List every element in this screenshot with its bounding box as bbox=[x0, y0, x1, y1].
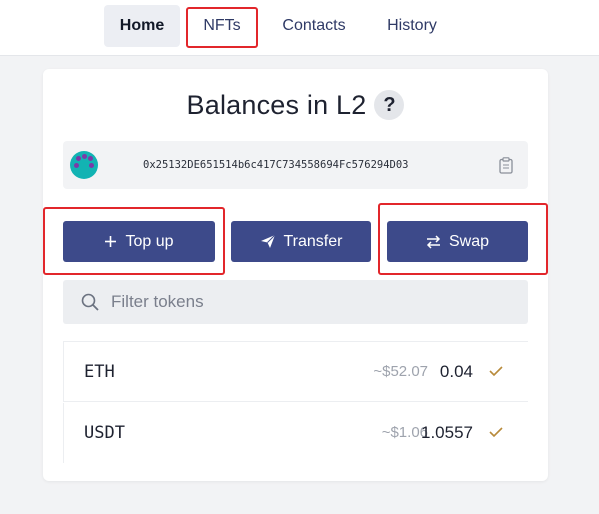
check-icon bbox=[489, 366, 503, 377]
token-amount: 0.04 bbox=[439, 362, 473, 381]
swap-button[interactable]: Swap bbox=[387, 221, 528, 262]
tab-history[interactable]: History bbox=[374, 5, 450, 47]
avatar bbox=[70, 151, 98, 179]
tab-home[interactable]: Home bbox=[104, 5, 180, 47]
token-amount: 1.0557 bbox=[421, 423, 473, 442]
page-title: Balances in L2 bbox=[186, 89, 367, 120]
top-up-button[interactable]: Top up bbox=[63, 221, 215, 262]
swap-label: Swap bbox=[448, 232, 490, 250]
top-up-label: Top up bbox=[125, 232, 174, 250]
top-nav: Home NFTs Contacts History bbox=[0, 0, 599, 56]
address-box: 0x25132DE651514b6c417C734558694Fc576294D… bbox=[63, 141, 528, 189]
token-row-usdt[interactable]: USDT ~$1.06 1.0557 bbox=[63, 403, 528, 463]
help-icon[interactable]: ? bbox=[374, 90, 405, 120]
tab-nfts[interactable]: NFTs bbox=[187, 5, 257, 47]
wallet-address: 0x25132DE651514b6c417C734558694Fc576294D… bbox=[143, 159, 409, 171]
token-row-eth[interactable]: ETH ~$52.07 0.04 bbox=[63, 342, 528, 402]
search-icon bbox=[81, 293, 99, 311]
send-icon bbox=[260, 234, 276, 249]
transfer-button[interactable]: Transfer bbox=[231, 221, 371, 262]
clipboard-icon[interactable] bbox=[499, 157, 513, 174]
filter-box bbox=[63, 280, 528, 324]
token-symbol: ETH bbox=[84, 362, 115, 382]
plus-icon bbox=[104, 235, 117, 248]
title-row: Balances in L2 ? bbox=[43, 87, 548, 123]
transfer-label: Transfer bbox=[283, 232, 343, 250]
token-list: ETH ~$52.07 0.04 USDT ~$1.06 1.0557 bbox=[63, 341, 528, 481]
token-usd-value: ~$52.07 bbox=[373, 363, 428, 380]
tab-contacts[interactable]: Contacts bbox=[268, 5, 360, 47]
balances-card: Balances in L2 ? 0x25132DE651514b6c417C7… bbox=[43, 69, 548, 481]
token-symbol: USDT bbox=[84, 423, 125, 443]
swap-icon bbox=[426, 234, 441, 249]
filter-input[interactable] bbox=[111, 280, 511, 324]
check-icon bbox=[489, 427, 503, 438]
